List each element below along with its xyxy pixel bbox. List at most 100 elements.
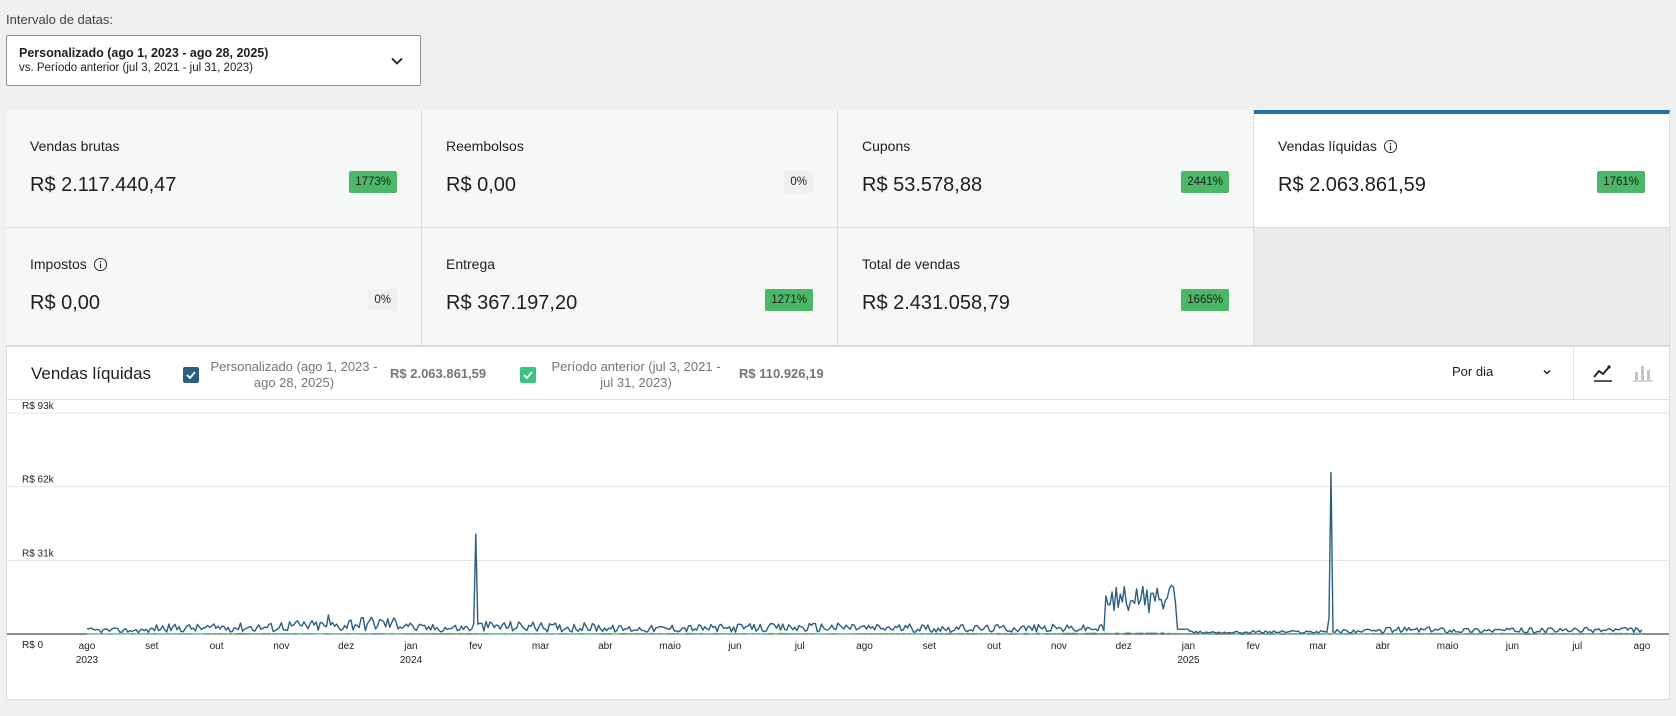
card-title: Vendas líquidas xyxy=(1278,138,1398,154)
x-tick-label: mar xyxy=(532,641,550,652)
delta-badge: 1665% xyxy=(1181,289,1229,311)
chart-panel: Vendas líquidas Personalizado (ago 1, 20… xyxy=(6,346,1670,700)
legend-item-current[interactable]: Personalizado (ago 1, 2023 - ago 28, 202… xyxy=(183,359,379,391)
card-title: Impostos xyxy=(30,256,108,272)
x-tick-label: mar xyxy=(1309,641,1327,652)
x-tick-label: fev xyxy=(469,641,482,652)
delta-badge: 1761% xyxy=(1597,171,1645,193)
card-title-text: Total de vendas xyxy=(862,256,961,272)
x-tick-label: jan xyxy=(403,641,417,652)
chart-title: Vendas líquidas xyxy=(31,364,152,383)
x-tick-label: abr xyxy=(1376,641,1391,652)
chevron-down-icon xyxy=(1543,369,1551,375)
x-tick-label: abr xyxy=(598,641,613,652)
delta-badge: 1773% xyxy=(349,171,397,193)
x-tick-year: 2024 xyxy=(400,655,423,666)
card-value: R$ 2.117.440,47 xyxy=(30,174,177,196)
card-title-text: Vendas líquidas xyxy=(1278,138,1377,154)
card-gross-sales[interactable]: Vendas brutas R$ 2.117.440,47 1773% xyxy=(6,110,422,228)
x-tick-label: maio xyxy=(659,641,681,652)
delta-badge: 1271% xyxy=(765,289,813,311)
card-net-sales[interactable]: Vendas líquidas R$ 2.063.861,59 1761% xyxy=(1254,110,1670,228)
card-value: R$ 367.197,20 xyxy=(446,292,578,314)
bar-chart-icon[interactable] xyxy=(1632,363,1654,383)
delta-badge: 0% xyxy=(784,171,813,193)
y-tick-label: R$ 31k xyxy=(22,548,55,559)
delta-badge: 0% xyxy=(368,289,397,311)
legend-total-previous: R$ 110.926,19 xyxy=(739,366,824,381)
info-icon[interactable] xyxy=(93,257,108,272)
x-tick-label: out xyxy=(987,641,1001,652)
x-tick-label: jul xyxy=(794,641,805,652)
x-tick-label: out xyxy=(210,641,224,652)
card-value: R$ 53.578,88 xyxy=(862,174,983,196)
card-value: R$ 2.431.058,79 xyxy=(862,292,1010,314)
x-tick-label: jul xyxy=(1571,641,1582,652)
card-value: R$ 2.063.861,59 xyxy=(1278,174,1426,196)
legend-current-line1: Personalizado (ago 1, 2023 - xyxy=(210,359,378,374)
x-tick-label: nov xyxy=(1051,641,1067,652)
series-line-previous xyxy=(86,632,1643,635)
chevron-down-icon xyxy=(391,57,403,65)
card-title: Cupons xyxy=(862,138,910,154)
checkbox-checked-icon[interactable] xyxy=(183,367,199,383)
interval-select[interactable]: Por dia xyxy=(1452,364,1552,379)
card-coupons[interactable]: Cupons R$ 53.578,88 2441% xyxy=(838,110,1254,228)
card-refunds[interactable]: Reembolsos R$ 0,00 0% xyxy=(422,110,838,228)
checkbox-checked-icon[interactable] xyxy=(520,367,536,383)
summary-cards: Vendas brutas R$ 2.117.440,47 1773% Reembol… xyxy=(6,110,1670,346)
card-title-text: Reembolsos xyxy=(446,138,524,154)
x-tick-label: set xyxy=(923,641,937,652)
x-tick-label: dez xyxy=(338,641,354,652)
x-tick-label: ago xyxy=(79,641,96,652)
card-total-sales[interactable]: Total de vendas R$ 2.431.058,79 1665% xyxy=(838,228,1254,346)
x-tick-year: 2025 xyxy=(1177,655,1200,666)
card-title: Total de vendas xyxy=(862,256,960,272)
x-tick-label: maio xyxy=(1437,641,1459,652)
card-shipping[interactable]: Entrega R$ 367.197,20 1271% xyxy=(422,228,838,346)
info-icon[interactable] xyxy=(1383,139,1398,154)
x-tick-label: jun xyxy=(727,641,741,652)
x-tick-label: jan xyxy=(1181,641,1195,652)
x-tick-label: ago xyxy=(856,641,873,652)
card-title-text: Entrega xyxy=(446,256,496,272)
chart-plot: R$ 93k R$ 62k R$ 31k R$ 0 ago 2023 set out nov de… xyxy=(7,401,1669,699)
card-title-text: Cupons xyxy=(862,138,911,154)
series-line-current xyxy=(86,471,1643,635)
y-tick-label: R$ 62k xyxy=(22,475,55,486)
date-range-primary: Personalizado (ago 1, 2023 - ago 28, 202… xyxy=(19,46,269,60)
x-tick-label: nov xyxy=(273,641,289,652)
legend-current-line2: ago 28, 2025) xyxy=(253,375,335,390)
card-empty xyxy=(1254,228,1670,346)
date-range-secondary: vs. Período anterior (jul 3, 2021 - jul … xyxy=(19,62,253,74)
chart-type-divider xyxy=(1573,347,1574,400)
date-range-label: Intervalo de datas: xyxy=(6,12,113,27)
card-title-text: Impostos xyxy=(30,256,87,272)
date-range-picker[interactable]: Personalizado (ago 1, 2023 - ago 28, 202… xyxy=(6,35,421,86)
x-tick-label: ago xyxy=(1634,641,1651,652)
card-value: R$ 0,00 xyxy=(446,174,517,196)
y-tick-label: R$ 93k xyxy=(22,401,55,412)
legend-label-current: Personalizado (ago 1, 2023 - ago 28, 202… xyxy=(209,359,379,391)
x-tick-year: 2023 xyxy=(76,655,99,666)
legend-item-previous[interactable]: Período anterior (jul 3, 2021 - jul 31, … xyxy=(520,359,726,391)
card-value: R$ 0,00 xyxy=(30,292,101,314)
x-tick-label: jun xyxy=(1505,641,1519,652)
card-title: Reembolsos xyxy=(446,138,524,154)
x-tick-label: dez xyxy=(1116,641,1132,652)
card-title: Entrega xyxy=(446,256,495,272)
legend-previous-line2: jul 31, 2023) xyxy=(600,375,672,390)
y-tick-label: R$ 0 xyxy=(22,640,44,651)
legend-total-current: R$ 2.063.861,59 xyxy=(390,366,487,381)
line-chart-icon[interactable] xyxy=(1592,363,1614,383)
interval-select-value: Por dia xyxy=(1452,364,1494,379)
card-title: Vendas brutas xyxy=(30,138,120,154)
chart-header: Vendas líquidas Personalizado (ago 1, 20… xyxy=(7,347,1669,400)
card-taxes[interactable]: Impostos R$ 0,00 0% xyxy=(6,228,422,346)
delta-badge: 2441% xyxy=(1181,171,1229,193)
card-title-text: Vendas brutas xyxy=(30,138,120,154)
legend-label-previous: Período anterior (jul 3, 2021 - jul 31, … xyxy=(546,359,726,391)
x-tick-label: fev xyxy=(1247,641,1260,652)
x-tick-label: set xyxy=(145,641,159,652)
legend-previous-line1: Período anterior (jul 3, 2021 - xyxy=(551,359,721,374)
